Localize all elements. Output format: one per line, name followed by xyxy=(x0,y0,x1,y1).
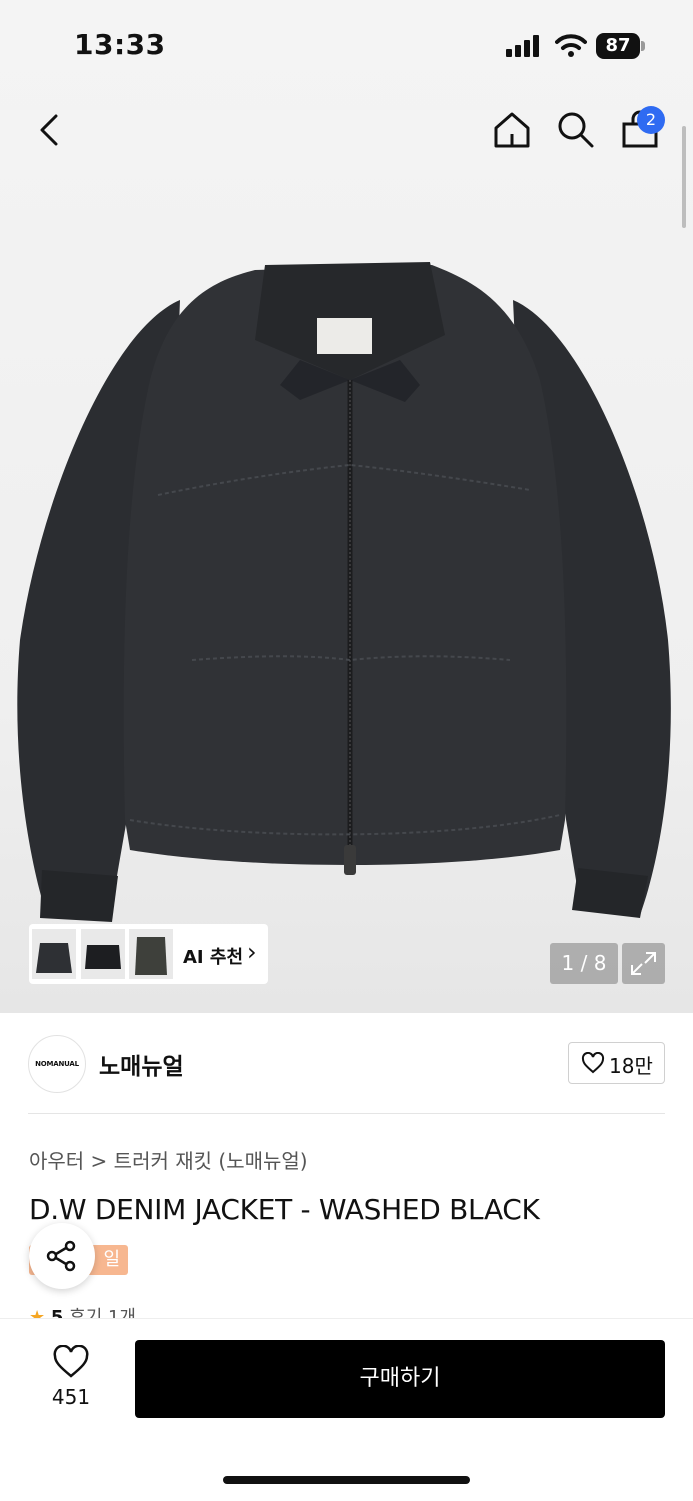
scrollbar[interactable] xyxy=(682,126,686,228)
cart-count-badge: 2 xyxy=(637,106,665,134)
wish-count: 451 xyxy=(51,1385,91,1409)
search-icon[interactable] xyxy=(556,110,596,150)
wish-heart-icon[interactable] xyxy=(52,1345,90,1379)
breadcrumb[interactable]: 아우터 > 트러커 재킷 (노매뉴얼) xyxy=(29,1145,308,1174)
image-counter: 1 / 8 xyxy=(550,943,618,984)
brand-like-count: 18만 xyxy=(609,1054,653,1078)
signal-icon xyxy=(506,35,539,57)
battery-indicator: 87 xyxy=(596,33,640,59)
product-image-area[interactable] xyxy=(0,0,693,1013)
product-title: D.W DENIM JACKET - WASHED BLACK xyxy=(29,1193,540,1226)
brand-logo[interactable]: NOMANUAL xyxy=(28,1035,86,1093)
wifi-icon xyxy=(555,34,587,57)
brand-name[interactable]: 노매뉴얼 xyxy=(99,1047,184,1081)
buy-button[interactable]: 구매하기 xyxy=(135,1340,665,1418)
divider xyxy=(28,1113,665,1114)
share-button[interactable] xyxy=(29,1223,95,1289)
brand-like-button[interactable]: 18만 xyxy=(568,1042,665,1084)
heart-icon xyxy=(581,1052,605,1074)
share-icon xyxy=(46,1240,76,1272)
expand-icon xyxy=(631,952,656,975)
ai-recommendation[interactable]: AI 추천 › xyxy=(29,924,268,984)
home-icon[interactable] xyxy=(492,110,532,150)
product-image xyxy=(17,262,671,922)
ai-thumb-3[interactable] xyxy=(129,929,173,979)
chevron-right-icon: › xyxy=(247,938,257,966)
ai-thumb-1[interactable] xyxy=(32,929,76,979)
ai-thumb-2[interactable] xyxy=(81,929,125,979)
expand-button[interactable] xyxy=(622,943,665,984)
ai-label: AI 추천 xyxy=(183,947,244,968)
status-time: 13:33 xyxy=(74,28,166,61)
back-icon[interactable] xyxy=(36,112,64,148)
home-indicator xyxy=(223,1476,470,1484)
battery-tip xyxy=(641,41,645,51)
review-summary[interactable]: ★ 5 후기 1개 xyxy=(29,1303,136,1319)
